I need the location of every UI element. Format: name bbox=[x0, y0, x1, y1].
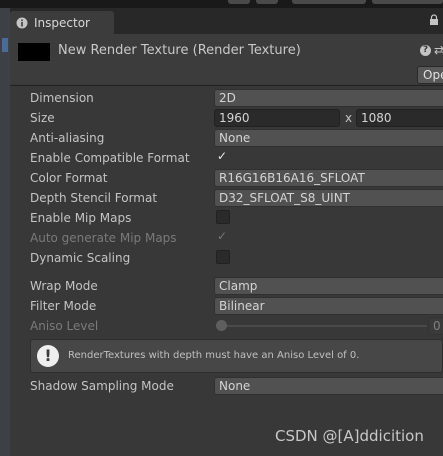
asset-title: New Render Texture (Render Texture) bbox=[58, 43, 301, 58]
shadow-sampling-mode-row: Shadow Sampling Mode None bbox=[30, 377, 443, 395]
aniso-level-row: Aniso Level 0 bbox=[30, 317, 443, 335]
compatible-format-checkbox[interactable]: ✓ bbox=[216, 150, 230, 164]
header-divider bbox=[10, 85, 443, 86]
checkmark-icon: ✓ bbox=[217, 149, 228, 163]
color-format-label: Color Format bbox=[30, 171, 108, 185]
size-separator: x bbox=[345, 111, 353, 125]
help-box-text: RenderTextures with depth must have an A… bbox=[68, 350, 360, 361]
scene-view-edge bbox=[0, 8, 10, 456]
editor-top-strip bbox=[0, 0, 443, 8]
enable-mip-maps-label: Enable Mip Maps bbox=[30, 211, 132, 225]
depth-stencil-format-row: Depth Stencil Format D32_SFLOAT_S8_UINT bbox=[30, 189, 443, 207]
size-height-input[interactable]: 1080 bbox=[356, 109, 443, 127]
dimension-dropdown[interactable]: 2D bbox=[214, 89, 443, 107]
shadow-sampling-mode-label: Shadow Sampling Mode bbox=[30, 379, 174, 393]
anti-aliasing-dropdown[interactable]: None bbox=[214, 129, 443, 147]
inspector-panel: Inspector New Render Texture (Render Tex… bbox=[10, 8, 443, 456]
auto-generate-mip-maps-label: Auto generate Mip Maps bbox=[30, 231, 177, 245]
texture-preview-thumbnail bbox=[18, 43, 50, 61]
checkmark-icon: ✓ bbox=[217, 229, 228, 243]
tab-label: Inspector bbox=[34, 15, 90, 30]
toolbar-dropdown[interactable] bbox=[292, 0, 366, 4]
depth-stencil-format-label: Depth Stencil Format bbox=[30, 191, 158, 205]
dynamic-scaling-row: Dynamic Scaling bbox=[30, 249, 443, 267]
toolbar-button[interactable] bbox=[256, 0, 278, 4]
filter-mode-label: Filter Mode bbox=[30, 299, 97, 313]
aniso-level-slider-handle bbox=[216, 320, 227, 331]
filter-mode-dropdown[interactable]: Bilinear bbox=[214, 297, 443, 315]
color-format-row: Color Format R16G16B16A16_SFLOAT bbox=[30, 169, 443, 187]
scene-gizmo bbox=[2, 38, 8, 52]
size-width-input[interactable]: 1960 bbox=[214, 109, 340, 127]
info-icon bbox=[16, 17, 28, 28]
auto-generate-mip-maps-row: Auto generate Mip Maps ✓ bbox=[30, 229, 443, 247]
aniso-level-slider-track bbox=[222, 325, 427, 327]
auto-generate-mip-maps-checkbox: ✓ bbox=[216, 230, 230, 244]
wrap-mode-row: Wrap Mode Clamp bbox=[30, 277, 443, 295]
tab-inspector[interactable]: Inspector bbox=[10, 11, 114, 34]
open-button[interactable]: Ope bbox=[417, 66, 443, 84]
dimension-row: Dimension 2D bbox=[30, 89, 443, 107]
compatible-format-row: Enable Compatible Format ✓ bbox=[30, 149, 443, 167]
watermark-text: CSDN @[A]ddicition bbox=[275, 427, 424, 445]
exclamation-icon: ! bbox=[37, 345, 59, 367]
depth-stencil-format-dropdown[interactable]: D32_SFLOAT_S8_UINT bbox=[214, 189, 443, 207]
lock-icon[interactable] bbox=[429, 14, 439, 26]
size-label: Size bbox=[30, 111, 55, 125]
anti-aliasing-label: Anti-aliasing bbox=[30, 131, 105, 145]
inspector-header: New Render Texture (Render Texture) ? ⇄ … bbox=[10, 34, 443, 84]
settings-icon[interactable]: ⇄ bbox=[434, 43, 443, 57]
toolbar-dropdown[interactable] bbox=[372, 0, 443, 4]
enable-mip-maps-checkbox[interactable] bbox=[216, 210, 230, 224]
wrap-mode-label: Wrap Mode bbox=[30, 279, 98, 293]
tab-bar: Inspector bbox=[10, 8, 443, 34]
filter-mode-row: Filter Mode Bilinear bbox=[30, 297, 443, 315]
dimension-label: Dimension bbox=[30, 91, 94, 105]
dynamic-scaling-checkbox[interactable] bbox=[216, 250, 230, 264]
help-icon[interactable]: ? bbox=[420, 45, 431, 56]
compatible-format-label: Enable Compatible Format bbox=[30, 151, 190, 165]
aniso-level-input: 0 bbox=[428, 317, 443, 335]
anti-aliasing-row: Anti-aliasing None bbox=[30, 129, 443, 147]
color-format-dropdown[interactable]: R16G16B16A16_SFLOAT bbox=[214, 169, 443, 187]
wrap-mode-dropdown[interactable]: Clamp bbox=[214, 277, 443, 295]
enable-mip-maps-row: Enable Mip Maps bbox=[30, 209, 443, 227]
warning-help-box: ! RenderTextures with depth must have an… bbox=[30, 339, 443, 373]
toolbar-button[interactable] bbox=[228, 0, 250, 4]
dynamic-scaling-label: Dynamic Scaling bbox=[30, 251, 131, 265]
aniso-level-label: Aniso Level bbox=[30, 319, 99, 333]
shadow-sampling-mode-dropdown[interactable]: None bbox=[214, 377, 443, 395]
size-row: Size 1960 x 1080 bbox=[30, 109, 443, 127]
